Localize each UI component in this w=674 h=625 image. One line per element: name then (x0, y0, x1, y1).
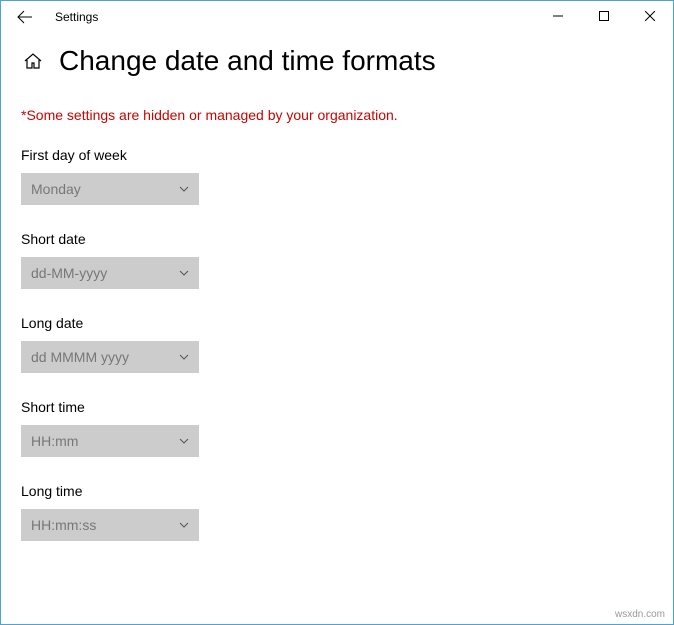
field-short-time: Short time HH:mm (21, 399, 653, 457)
page-title: Change date and time formats (59, 45, 436, 77)
long-time-label: Long time (21, 483, 653, 499)
chevron-down-icon (179, 435, 189, 447)
close-icon (645, 11, 655, 21)
window-title: Settings (55, 10, 98, 24)
organization-warning: *Some settings are hidden or managed by … (21, 107, 653, 123)
chevron-down-icon (179, 183, 189, 195)
short-date-label: Short date (21, 231, 653, 247)
close-button[interactable] (627, 1, 673, 31)
maximize-icon (599, 11, 609, 21)
first-day-value: Monday (31, 181, 81, 197)
chevron-down-icon (179, 267, 189, 279)
short-time-dropdown[interactable]: HH:mm (21, 425, 199, 457)
field-first-day: First day of week Monday (21, 147, 653, 205)
field-long-time: Long time HH:mm:ss (21, 483, 653, 541)
chevron-down-icon (179, 519, 189, 531)
watermark: wsxdn.com (615, 609, 665, 620)
back-button[interactable] (11, 3, 39, 31)
long-time-value: HH:mm:ss (31, 517, 96, 533)
long-date-label: Long date (21, 315, 653, 331)
long-time-dropdown[interactable]: HH:mm:ss (21, 509, 199, 541)
chevron-down-icon (179, 351, 189, 363)
short-date-dropdown[interactable]: dd-MM-yyyy (21, 257, 199, 289)
short-date-value: dd-MM-yyyy (31, 265, 107, 281)
first-day-dropdown[interactable]: Monday (21, 173, 199, 205)
long-date-dropdown[interactable]: dd MMMM yyyy (21, 341, 199, 373)
content-area: Change date and time formats *Some setti… (1, 33, 673, 587)
long-date-value: dd MMMM yyyy (31, 349, 129, 365)
short-time-label: Short time (21, 399, 653, 415)
home-icon[interactable] (21, 49, 45, 73)
minimize-icon (553, 11, 563, 21)
short-time-value: HH:mm (31, 433, 78, 449)
window-controls (535, 1, 673, 31)
field-short-date: Short date dd-MM-yyyy (21, 231, 653, 289)
maximize-button[interactable] (581, 1, 627, 31)
heading-row: Change date and time formats (21, 45, 653, 77)
titlebar: Settings (1, 1, 673, 33)
first-day-label: First day of week (21, 147, 653, 163)
field-long-date: Long date dd MMMM yyyy (21, 315, 653, 373)
back-arrow-icon (17, 9, 33, 25)
minimize-button[interactable] (535, 1, 581, 31)
